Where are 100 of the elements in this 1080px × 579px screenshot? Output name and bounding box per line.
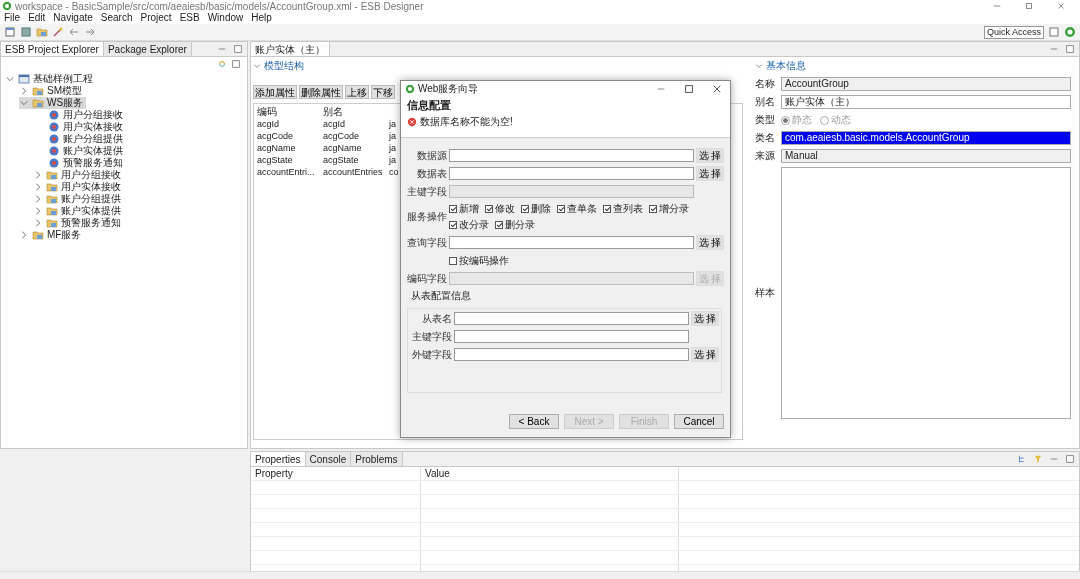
tree-item[interactable]: MF服务 [19, 229, 85, 241]
forward-arrow-icon[interactable] [84, 26, 96, 38]
text-field[interactable] [454, 348, 689, 361]
wand-icon[interactable] [52, 26, 64, 38]
tree-item[interactable]: 用户实体接收 [33, 121, 126, 133]
maximize-icon[interactable] [1065, 454, 1075, 464]
chevron-down-icon[interactable] [253, 62, 261, 70]
sync-icon[interactable] [217, 59, 227, 69]
radio-button[interactable] [781, 115, 790, 125]
back-arrow-icon[interactable] [68, 26, 80, 38]
table-cell: ja [389, 142, 396, 154]
toolbar-button[interactable]: 删除属性 [299, 85, 343, 99]
folder-icon [32, 85, 44, 97]
checkbox[interactable] [521, 205, 529, 213]
view-tab[interactable]: ESB Project Explorer [1, 42, 104, 56]
tree-item[interactable]: 账户实体提供 [33, 205, 124, 217]
checkbox[interactable] [495, 221, 503, 229]
menu-item[interactable]: Navigate [53, 12, 93, 24]
tree-item[interactable]: 账户实体提供 [33, 145, 126, 157]
view-tab[interactable]: Properties [251, 452, 306, 466]
radio-button[interactable] [820, 115, 829, 125]
text-field[interactable]: AccountGroup [781, 77, 1071, 91]
text-field[interactable] [449, 149, 694, 162]
service-icon [48, 145, 60, 157]
tree-item[interactable]: WS服务 [19, 97, 87, 109]
chevron-down-icon[interactable] [19, 98, 29, 108]
tree-item[interactable]: 账户分组提供 [33, 193, 124, 205]
tree-item[interactable]: 用户分组接收 [33, 109, 126, 121]
table-cell: acgId [323, 118, 346, 130]
tree-item[interactable]: 账户分组提供 [33, 133, 126, 145]
close-icon[interactable] [712, 83, 722, 94]
folder-icon [46, 181, 58, 193]
menu-item[interactable]: Project [140, 12, 172, 24]
text-field[interactable]: 账户实体（主） [781, 95, 1071, 109]
checkbox[interactable] [485, 205, 493, 213]
field-label: 类名 [755, 131, 776, 145]
table-cell: ja [389, 154, 396, 166]
checkbox[interactable] [557, 205, 565, 213]
project-icon [18, 73, 30, 85]
wizard-button[interactable]: Cancel [674, 414, 724, 429]
chevron-down-icon[interactable] [5, 74, 15, 84]
view-tab[interactable]: Package Explorer [103, 42, 192, 56]
text-field[interactable] [454, 312, 689, 325]
select-button[interactable]: 选 择 [691, 347, 719, 362]
window-title: workspace - BasicSample/src/com/aeaiesb/basic/models/AccountGroup.xml - ESB Designer [15, 0, 424, 12]
select-button[interactable]: 选 择 [691, 311, 719, 326]
checkbox[interactable] [449, 221, 457, 229]
menu-item[interactable]: Edit [28, 12, 46, 24]
toolbar-button[interactable]: 添加属性 [253, 85, 297, 99]
checkbox[interactable] [603, 205, 611, 213]
folder-icon[interactable] [36, 26, 48, 38]
select-button[interactable]: 选 择 [696, 235, 724, 250]
chevron-down-icon[interactable] [755, 62, 763, 70]
menu-item[interactable]: ESB [179, 12, 200, 24]
filter-icon[interactable] [1033, 454, 1043, 464]
close-icon[interactable] [1056, 1, 1066, 11]
maximize-icon[interactable] [684, 83, 694, 94]
editor-tab[interactable]: 账户实体（主） [251, 42, 330, 56]
view-tab[interactable]: Problems [351, 452, 403, 466]
view-tab[interactable]: Console [305, 452, 352, 466]
field-label: 类型 [755, 113, 776, 127]
tree-item[interactable]: 基础样例工程 [5, 73, 96, 85]
select-button[interactable]: 选 择 [696, 166, 724, 181]
table-cell: ja [389, 118, 396, 130]
checkbox-label: 改分录 [459, 218, 489, 232]
wizard-button[interactable]: < Back [509, 414, 559, 429]
checkbox[interactable] [449, 205, 457, 213]
text-field[interactable] [449, 236, 694, 249]
text-field[interactable]: com.aeaiesb.basic.models.AccountGroup [781, 131, 1071, 145]
app-logo-icon[interactable] [1064, 26, 1076, 38]
tree-item[interactable]: 预警服务通知 [33, 157, 126, 169]
checkbox[interactable] [449, 256, 457, 265]
tree-item[interactable]: 用户实体接收 [33, 181, 124, 193]
tree-view-icon[interactable] [1017, 454, 1027, 464]
text-field[interactable] [454, 330, 689, 343]
field-label: 从表名 [421, 311, 452, 326]
menu-item[interactable]: Search [100, 12, 133, 24]
quick-access-field[interactable]: Quick Access [983, 25, 1044, 39]
folder-icon [46, 217, 58, 229]
maximize-icon[interactable] [1065, 44, 1075, 54]
field-label: 数据表 [416, 166, 447, 181]
chevron-right-icon[interactable] [19, 86, 29, 96]
table-cell: accountEntri... [257, 166, 315, 178]
text-field[interactable]: Manual [781, 149, 1071, 163]
tree-item[interactable]: SM模型 [19, 85, 85, 97]
checkbox[interactable] [649, 205, 657, 213]
toolbar-button[interactable]: 上移 [345, 85, 369, 99]
select-button[interactable]: 选 择 [696, 148, 724, 163]
text-field[interactable] [449, 167, 694, 180]
menu-item[interactable]: File [4, 12, 21, 24]
tree-item[interactable]: 用户分组接收 [33, 169, 124, 181]
menu-item[interactable]: Window [207, 12, 244, 24]
maximize-icon[interactable] [233, 44, 243, 54]
section-title: 基本信息 [766, 59, 806, 73]
menu-item[interactable]: Help [251, 12, 272, 24]
restore-icon[interactable] [1024, 1, 1034, 11]
new-file-icon[interactable] [4, 26, 16, 38]
toolbar-button[interactable]: 下移 [371, 85, 395, 99]
dialog-title: Web服务向导 [418, 81, 479, 96]
tree-item[interactable]: 预警服务通知 [33, 217, 124, 229]
